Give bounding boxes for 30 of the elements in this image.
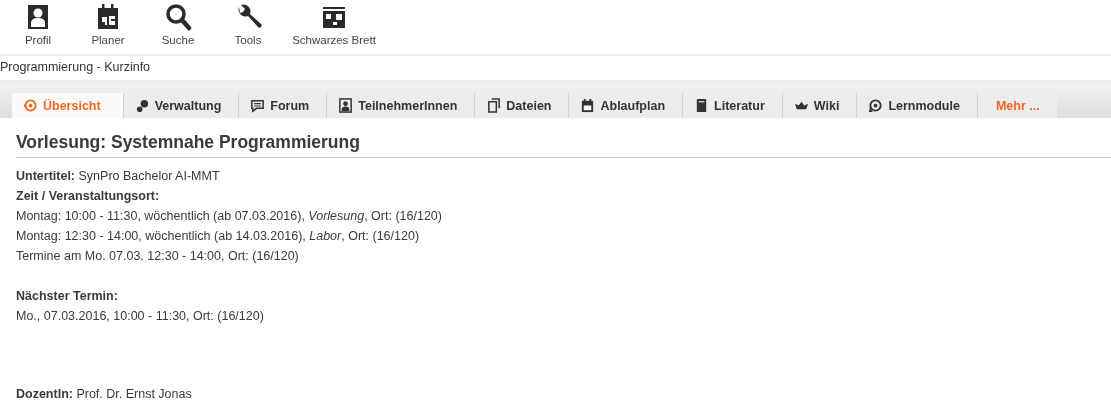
nav-button[interactable]: Tools <box>216 0 280 54</box>
field-label: Nächster Termin: <box>16 288 119 305</box>
breadcrumb: Programmierung - Kurzinfo <box>0 59 152 76</box>
files-icon <box>486 98 502 113</box>
nav-button[interactable]: Suche <box>146 0 210 54</box>
tab[interactable]: TeilnehmerInnen <box>327 93 476 118</box>
tab[interactable]: Verwaltung <box>123 93 240 118</box>
nav-button[interactable]: Schwarzes Brett <box>286 0 382 54</box>
info-text: Untertitel: SynPro Bachelor AI-MMT <box>16 168 221 185</box>
tab[interactable]: Ablaufplan <box>569 93 684 118</box>
chat-icon <box>250 98 266 113</box>
calendar-icon <box>580 98 596 113</box>
info-text: Montag: 12:30 - 14:00, wöchentlich (ab 14.03.2016), Labor, Ort: (16/120) <box>16 228 421 245</box>
tab[interactable]: Wiki <box>782 93 858 118</box>
tab[interactable]: Dateien <box>475 93 570 118</box>
page-title: Vorlesung: Systemnahe Programmierung <box>16 132 1111 158</box>
nav-button[interactable]: Planer <box>76 0 140 54</box>
info-text: Termine am Mo. 07.03. 12:30 - 14:00, Ort: (16/120) <box>16 248 300 265</box>
nav-button[interactable]: Profil <box>6 0 70 54</box>
person-icon <box>338 98 354 113</box>
tab[interactable]: Literatur <box>683 93 783 118</box>
tab[interactable]: Lernmodule <box>857 93 978 118</box>
info-text: Montag: 10:00 - 11:30, wöchentlich (ab 07.03.2016), Vorlesung, Ort: (16/120) <box>16 208 443 225</box>
tab[interactable]: Forum <box>239 93 328 118</box>
modules-icon <box>868 98 884 113</box>
target-icon <box>23 98 38 113</box>
search-icon <box>164 3 192 31</box>
info-text: DozentIn: Prof. Dr. Ernst Jonas <box>16 386 193 403</box>
field-label: Zeit / Veranstaltungsort: <box>16 188 161 205</box>
info-text: Mo., 07.03.2016, 10:00 - 11:30, Ort: (16/120) <box>16 308 265 325</box>
